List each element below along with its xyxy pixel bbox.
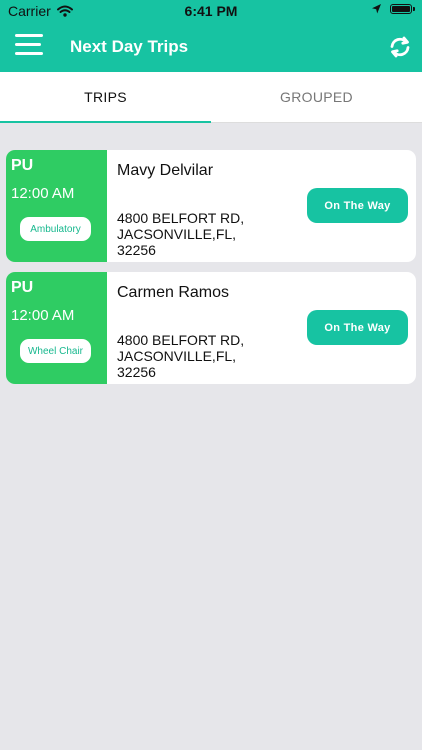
trip-card[interactable]: PU 12:00 AM Ambulatory Mavy Delvilar 480… (6, 150, 416, 262)
pickup-time: 12:00 AM (11, 307, 75, 324)
pickup-type: PU (11, 157, 34, 174)
address-line-2: JACSONVILLE,FL, (117, 226, 237, 242)
passenger-name: Carmen Ramos (117, 284, 230, 301)
pickup-time: 12:00 AM (11, 185, 75, 202)
trip-summary-panel: PU 12:00 AM Ambulatory (6, 150, 107, 262)
trip-summary-panel: PU 12:00 AM Wheel Chair (6, 272, 107, 384)
status-time: 6:41 PM (184, 3, 238, 19)
mobility-badge: Wheel Chair (20, 339, 91, 363)
pickup-address: 4800 BELFORT RD, JACSONVILLE,FL, 32256 (117, 332, 267, 380)
tab-bar: TRIPS GROUPED (0, 72, 422, 123)
trip-details: Mavy Delvilar 4800 BELFORT RD, JACSONVIL… (107, 150, 416, 262)
location-arrow-icon (372, 4, 381, 14)
refresh-icon[interactable] (387, 34, 413, 60)
status-right (370, 3, 415, 15)
menu-icon[interactable] (15, 34, 43, 58)
tab-grouped[interactable]: GROUPED (211, 72, 422, 122)
address-line-2: JACSONVILLE,FL, (117, 348, 237, 364)
address-line-1: 4800 BELFORT RD, (117, 332, 245, 348)
tab-trips[interactable]: TRIPS (0, 72, 211, 123)
on-the-way-button[interactable]: On The Way (307, 310, 408, 345)
mobility-badge: Ambulatory (20, 217, 91, 241)
on-the-way-button[interactable]: On The Way (307, 188, 408, 223)
page-title: Next Day Trips (70, 37, 189, 56)
trip-list: PU 12:00 AM Ambulatory Mavy Delvilar 480… (6, 150, 416, 394)
passenger-name: Mavy Delvilar (117, 162, 214, 179)
address-line-1: 4800 BELFORT RD, (117, 210, 245, 226)
tab-grouped-label: GROUPED (280, 89, 353, 105)
battery-icon (390, 4, 415, 14)
pickup-type: PU (11, 279, 34, 296)
status-bar: Carrier 6:41 PM (0, 0, 422, 22)
trip-card[interactable]: PU 12:00 AM Wheel Chair Carmen Ramos 480… (6, 272, 416, 384)
pickup-address: 4800 BELFORT RD, JACSONVILLE,FL, 32256 (117, 210, 267, 258)
tab-trips-label: TRIPS (84, 89, 127, 105)
trip-details: Carmen Ramos 4800 BELFORT RD, JACSONVILL… (107, 272, 416, 384)
address-line-3: 32256 (117, 364, 156, 380)
app-header: Carrier 6:41 PM Next Day Trips (0, 0, 422, 72)
address-line-3: 32256 (117, 242, 156, 258)
